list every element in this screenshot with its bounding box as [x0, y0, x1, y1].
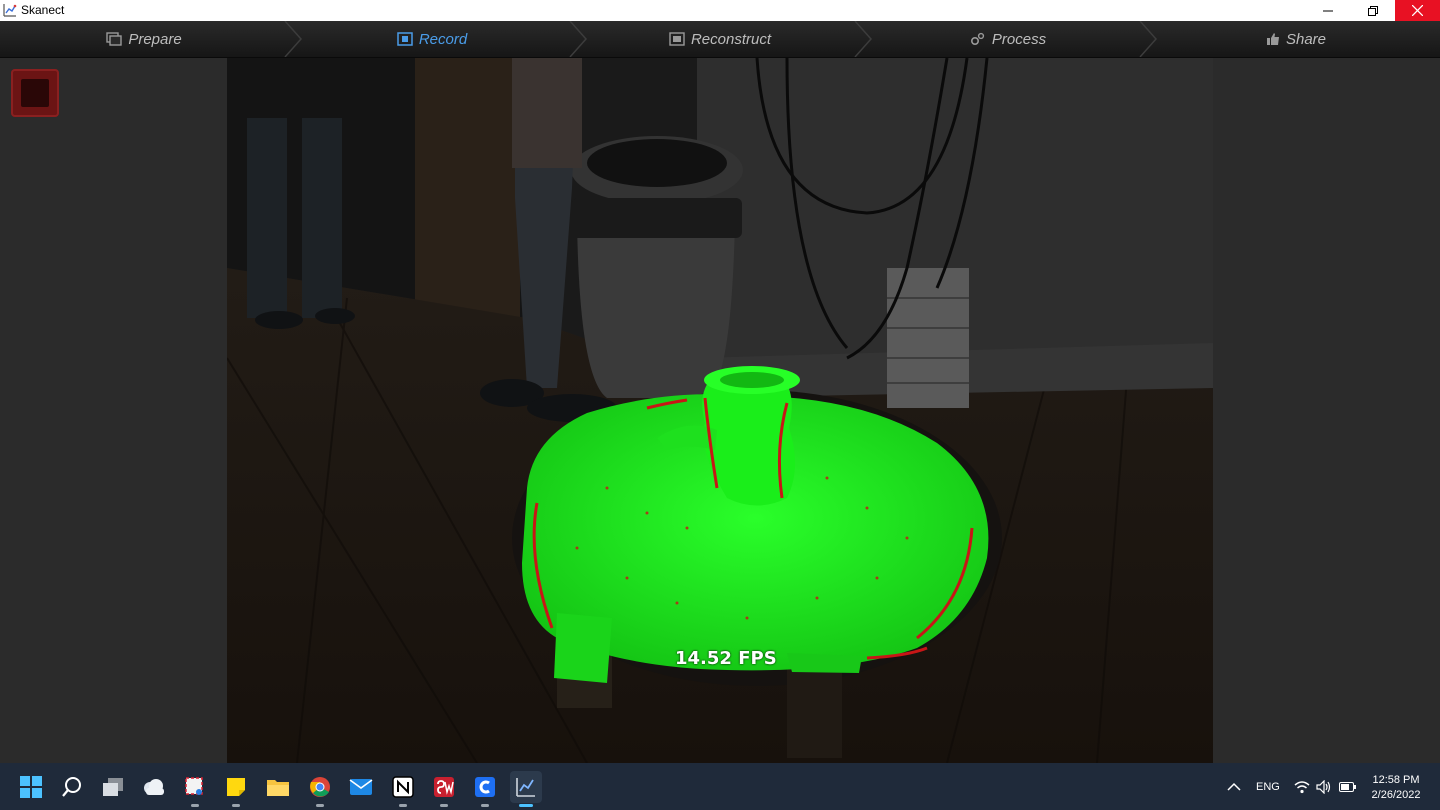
battery-button[interactable]: [1337, 771, 1359, 803]
language-indicator[interactable]: ENG: [1256, 781, 1280, 793]
notion-icon: [392, 776, 414, 798]
windows-taskbar: ENG 12:58 PM 2/26/2022: [0, 763, 1440, 810]
skanect-app-icon: [3, 4, 17, 17]
sticky-notes-icon: [227, 778, 245, 796]
tab-label: Prepare: [128, 30, 182, 48]
taskbar-app-skanect[interactable]: [510, 771, 542, 807]
solidworks-icon: [434, 777, 454, 797]
wifi-icon: [1294, 781, 1310, 794]
task-view-icon: [103, 778, 123, 796]
tab-label: Process: [991, 30, 1047, 48]
clock-time: 12:58 PM: [1372, 774, 1420, 786]
restore-button[interactable]: [1350, 0, 1395, 21]
left-panel: [0, 58, 227, 763]
taskbar-app-sticky-notes[interactable]: [220, 771, 252, 807]
close-button[interactable]: [1395, 0, 1440, 21]
title-bar: Skanect: [0, 0, 1440, 21]
running-indicator: [191, 804, 199, 807]
battery-icon: [1339, 782, 1356, 792]
skanect-window: Skanect Prepare Record Reconstruct Proce…: [0, 0, 1440, 810]
tab-label: Share: [1285, 30, 1327, 48]
volume-button[interactable]: [1314, 771, 1334, 803]
close-icon: [1412, 5, 1423, 16]
tab-reconstruct[interactable]: Reconstruct: [576, 21, 864, 57]
mail-icon: [349, 779, 373, 795]
start-button[interactable]: [15, 771, 47, 803]
volume-icon: [1316, 780, 1331, 794]
wifi-button[interactable]: [1292, 771, 1312, 803]
workflow-tabs: Prepare Record Reconstruct Process Share: [0, 21, 1440, 58]
search-icon: [62, 777, 81, 797]
running-indicator: [316, 804, 324, 807]
weather-icon: [144, 779, 164, 795]
tab-label: Record: [418, 30, 468, 48]
task-view-button[interactable]: [97, 771, 129, 803]
minimize-button[interactable]: [1305, 0, 1350, 21]
tab-prepare[interactable]: Prepare: [0, 21, 288, 57]
clock-date: 2/26/2022: [1371, 789, 1421, 801]
restore-icon: [1367, 5, 1378, 16]
file-explorer-icon: [267, 780, 289, 796]
gears-icon: [970, 32, 985, 46]
stop-record-button[interactable]: [11, 69, 59, 117]
tab-share[interactable]: Share: [1152, 21, 1440, 57]
stop-record-icon: [21, 79, 49, 107]
running-indicator: [481, 804, 489, 807]
taskbar-app-file-explorer[interactable]: [262, 771, 294, 803]
right-panel: [1213, 58, 1440, 763]
taskbar-app-solidworks[interactable]: [428, 771, 460, 807]
taskbar-app-snipping[interactable]: [179, 771, 211, 807]
weather-widget[interactable]: [138, 771, 170, 803]
tab-process[interactable]: Process: [864, 21, 1152, 57]
record-tab-icon: [397, 32, 413, 46]
windows-start-icon: [20, 776, 42, 798]
taskbar-app-chrome[interactable]: [304, 771, 336, 807]
active-indicator: [519, 804, 533, 807]
cura-icon: [475, 777, 495, 797]
running-indicator: [440, 804, 448, 807]
chrome-icon: [310, 777, 330, 797]
tab-label: Reconstruct: [690, 30, 772, 48]
scan-viewport[interactable]: 14.52 FPS: [227, 58, 1213, 763]
search-button[interactable]: [56, 771, 88, 803]
fps-counter: 14.52 FPS: [675, 648, 777, 669]
snipping-tool-icon: [185, 777, 203, 795]
taskbar-clock[interactable]: 12:58 PM 2/26/2022: [1366, 773, 1426, 803]
tray-overflow-button[interactable]: [1220, 771, 1248, 803]
running-indicator: [232, 804, 240, 807]
prepare-icon: [106, 32, 123, 46]
taskbar-app-cura[interactable]: [469, 771, 501, 807]
running-indicator: [399, 804, 407, 807]
tab-record[interactable]: Record: [288, 21, 576, 57]
skanect-icon: [516, 778, 535, 797]
film-icon: [669, 32, 685, 46]
thumbs-up-icon: [1266, 33, 1279, 45]
chevron-up-icon: [1227, 782, 1241, 791]
taskbar-app-mail[interactable]: [345, 771, 377, 803]
window-title: Skanect: [21, 3, 65, 17]
minimize-icon: [1322, 10, 1333, 11]
taskbar-app-notion[interactable]: [387, 771, 419, 807]
